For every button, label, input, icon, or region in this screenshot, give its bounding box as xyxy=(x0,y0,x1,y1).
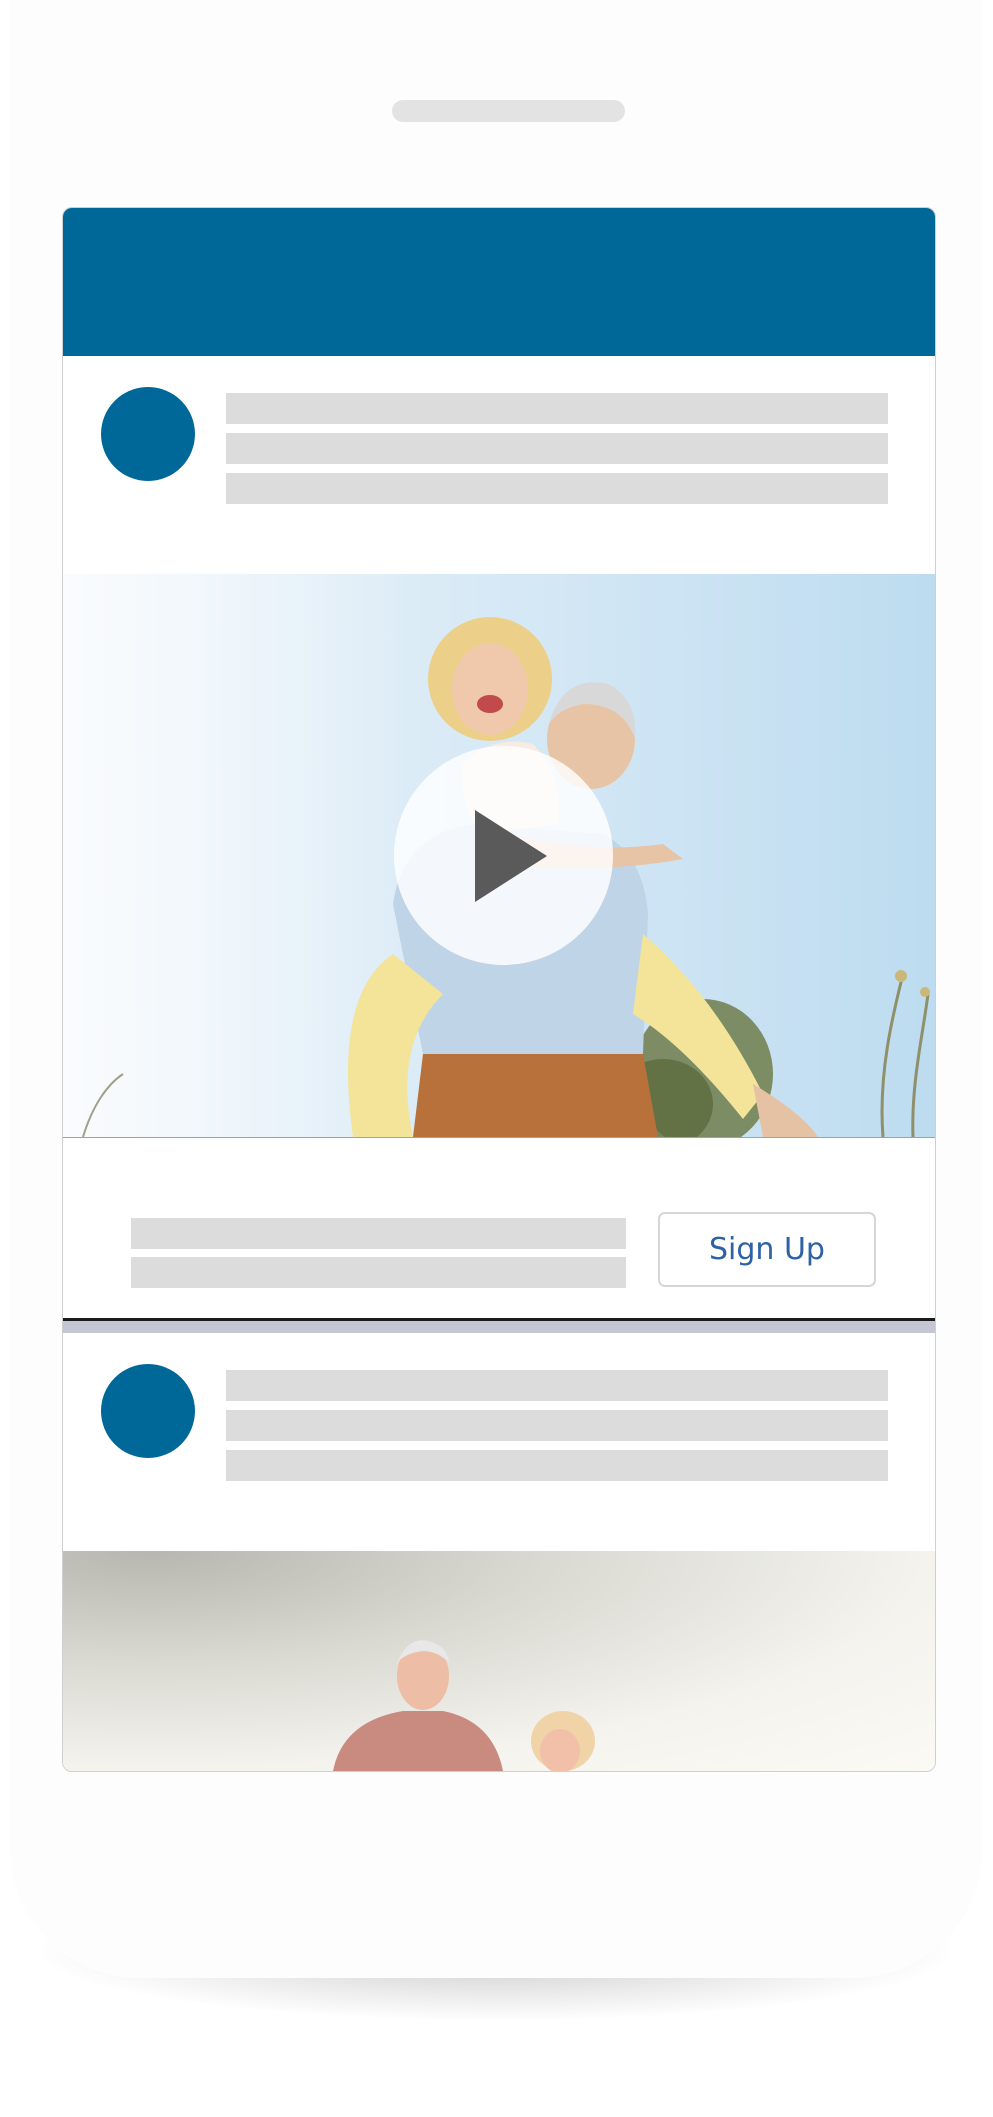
couple-photo-illustration xyxy=(333,1640,595,1771)
feed-divider xyxy=(63,1321,935,1333)
post-text-placeholder-3 xyxy=(226,473,888,504)
avatar[interactable] xyxy=(101,387,195,481)
cta-text-placeholder-2 xyxy=(131,1257,626,1288)
post-text-placeholder-1 xyxy=(226,393,888,424)
cta-text-placeholder-1 xyxy=(131,1218,626,1249)
post-text-placeholder-3 xyxy=(226,1450,888,1481)
play-icon xyxy=(474,809,547,902)
avatar[interactable] xyxy=(101,1364,195,1458)
post-2-photo[interactable] xyxy=(63,1551,935,1771)
post-2-header xyxy=(63,1333,935,1551)
post-text-placeholder-2 xyxy=(226,1410,888,1441)
phone-speaker xyxy=(392,100,625,122)
app-header-bar xyxy=(63,208,935,356)
post-text-placeholder-2 xyxy=(226,433,888,464)
post-text-placeholder-1 xyxy=(226,1370,888,1401)
phone-screen: Sign Up xyxy=(62,207,936,1772)
cta-section: Sign Up xyxy=(63,1138,935,1321)
video-thumbnail[interactable] xyxy=(63,574,935,1138)
post-1-header xyxy=(63,356,935,574)
play-button[interactable] xyxy=(394,746,613,965)
sign-up-button[interactable]: Sign Up xyxy=(658,1212,876,1287)
